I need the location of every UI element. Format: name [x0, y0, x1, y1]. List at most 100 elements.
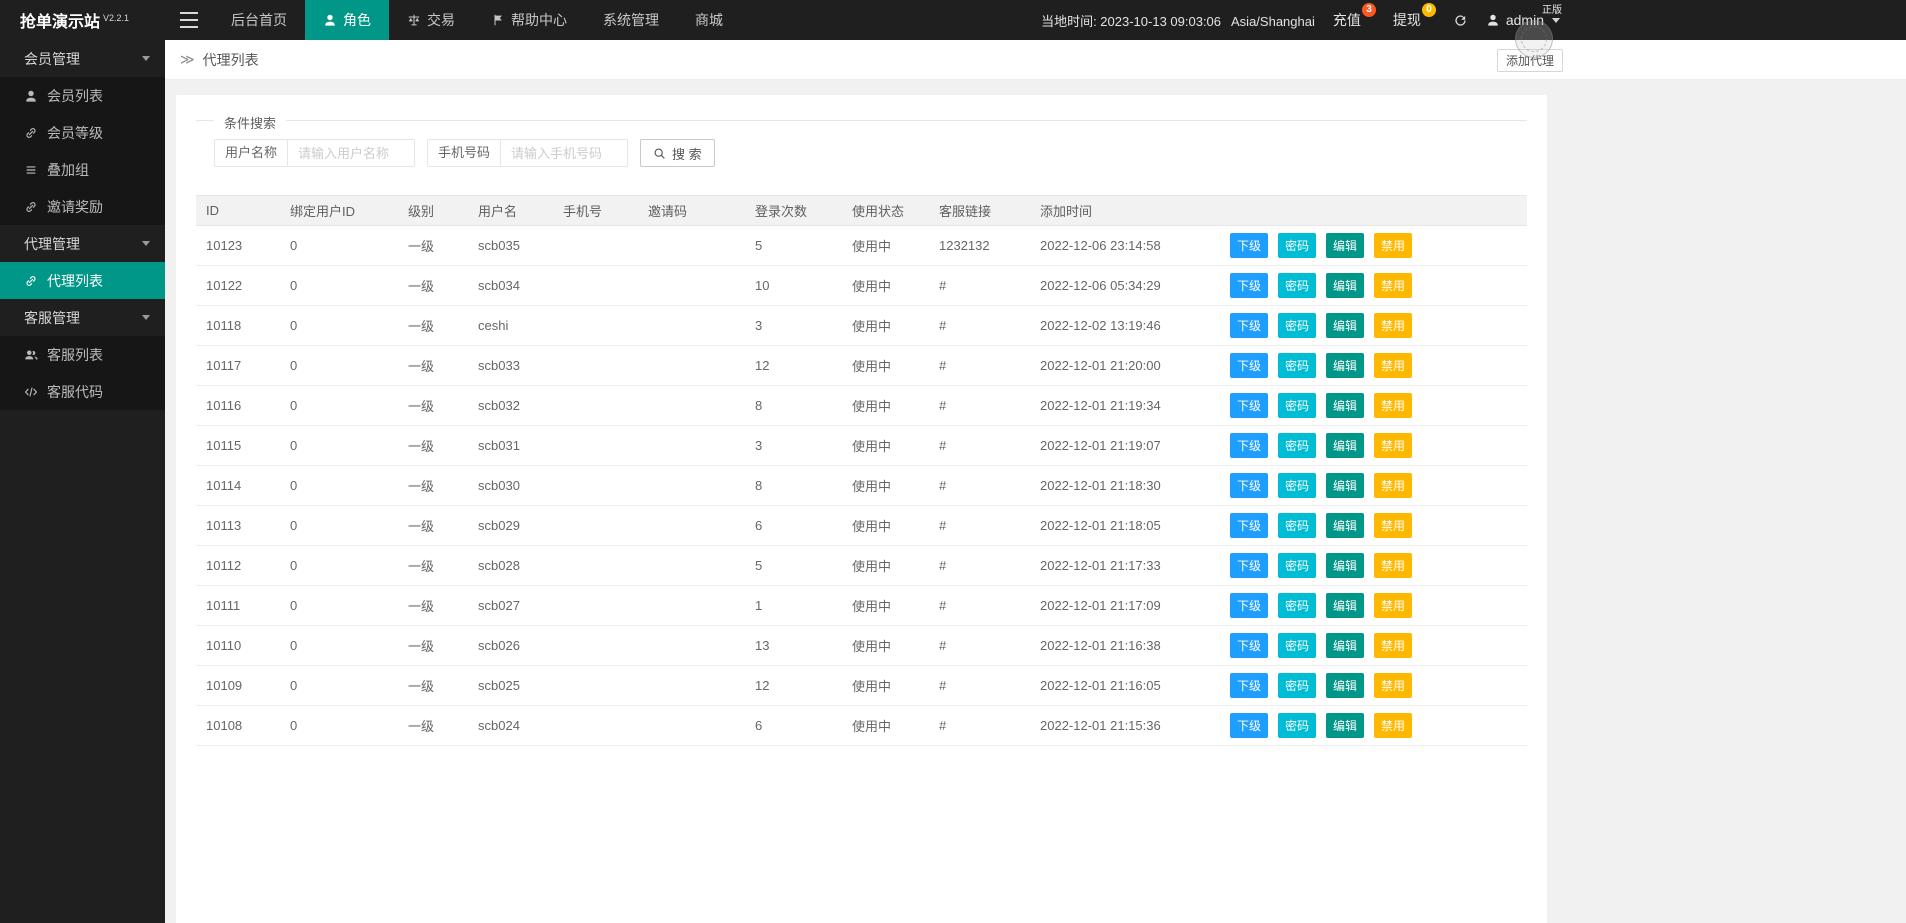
sidebar-children-agent: 代理列表 [0, 262, 165, 299]
row-action-edit-button[interactable]: 编辑 [1326, 673, 1365, 698]
row-action-password-button[interactable]: 密码 [1278, 713, 1317, 738]
cell-created_at: 2022-12-01 21:19:34 [1030, 385, 1226, 426]
cell-level: 一级 [398, 545, 468, 586]
row-action-password-button[interactable]: 密码 [1278, 233, 1317, 258]
nav-item-roles[interactable]: 角色 [305, 0, 389, 40]
row-action-subordinate-button[interactable]: 下级 [1230, 553, 1269, 578]
row-action-password-button[interactable]: 密码 [1278, 313, 1317, 338]
row-action-subordinate-button[interactable]: 下级 [1230, 233, 1269, 258]
withdraw-link[interactable]: 提现 0 [1393, 3, 1436, 30]
row-action-disable-button[interactable]: 禁用 [1374, 353, 1413, 378]
sidebar-item-stack-group[interactable]: 叠加组 [0, 151, 165, 188]
row-action-subordinate-button[interactable]: 下级 [1230, 473, 1269, 498]
row-action-subordinate-button[interactable]: 下级 [1230, 513, 1269, 538]
sidebar-section-service-management[interactable]: 客服管理 [0, 299, 165, 336]
username-input[interactable] [287, 139, 416, 167]
sidebar-item-service-code[interactable]: 客服代码 [0, 373, 165, 410]
cell-id: 10117 [196, 345, 280, 386]
search-button[interactable]: 搜 索 [640, 139, 715, 167]
row-action-subordinate-button[interactable]: 下级 [1230, 593, 1269, 618]
row-action-edit-button[interactable]: 编辑 [1326, 393, 1365, 418]
row-action-edit-button[interactable]: 编辑 [1326, 593, 1365, 618]
breadcrumb-icon: ≫ [180, 51, 195, 67]
row-action-disable-button[interactable]: 禁用 [1374, 513, 1413, 538]
row-action-subordinate-button[interactable]: 下级 [1230, 313, 1269, 338]
row-action-subordinate-button[interactable]: 下级 [1230, 633, 1269, 658]
cell-level: 一级 [398, 505, 468, 546]
phone-input[interactable] [500, 139, 629, 167]
row-action-edit-button[interactable]: 编辑 [1326, 433, 1365, 458]
row-action-subordinate-button[interactable]: 下级 [1230, 273, 1269, 298]
menu-toggle-icon[interactable] [165, 0, 213, 40]
row-action-subordinate-button[interactable]: 下级 [1230, 713, 1269, 738]
cell-status: 使用中 [842, 665, 929, 706]
row-action-disable-button[interactable]: 禁用 [1374, 593, 1413, 618]
row-action-disable-button[interactable]: 禁用 [1374, 553, 1413, 578]
cell-service_link: # [929, 505, 1030, 546]
cell-service_link: # [929, 545, 1030, 586]
nav-item-trade[interactable]: 交易 [389, 0, 473, 40]
row-action-disable-button[interactable]: 禁用 [1374, 673, 1413, 698]
row-action-edit-button[interactable]: 编辑 [1326, 353, 1365, 378]
row-action-password-button[interactable]: 密码 [1278, 353, 1317, 378]
row-action-password-button[interactable]: 密码 [1278, 473, 1317, 498]
table-body: 10123 0 一级 scb035 5 使用中 1232132 2022-12-06 23:1… [196, 225, 1527, 746]
recharge-link[interactable]: 充值 3 [1333, 3, 1376, 30]
cell-level: 一级 [398, 225, 468, 266]
row-action-edit-button[interactable]: 编辑 [1326, 633, 1365, 658]
cell-bind_user_id: 0 [280, 545, 398, 586]
row-action-subordinate-button[interactable]: 下级 [1230, 673, 1269, 698]
row-action-password-button[interactable]: 密码 [1278, 633, 1317, 658]
cell-service_link: # [929, 585, 1030, 626]
cell-id: 10108 [196, 705, 280, 746]
row-action-password-button[interactable]: 密码 [1278, 673, 1317, 698]
cell-actions: 下级 密码 编辑 禁用 [1226, 305, 1527, 346]
row-action-edit-button[interactable]: 编辑 [1326, 313, 1365, 338]
row-action-edit-button[interactable]: 编辑 [1326, 473, 1365, 498]
sidebar-item-invite-reward[interactable]: 邀请奖励 [0, 188, 165, 225]
row-action-disable-button[interactable]: 禁用 [1374, 473, 1413, 498]
nav-item-dashboard[interactable]: 后台首页 [213, 0, 305, 40]
sidebar-item-member-level[interactable]: 会员等级 [0, 114, 165, 151]
sidebar-item-service-list[interactable]: 客服列表 [0, 336, 165, 373]
row-action-disable-button[interactable]: 禁用 [1374, 313, 1413, 338]
sidebar-item-member-list[interactable]: 会员列表 [0, 77, 165, 114]
sidebar-item-agent-list[interactable]: 代理列表 [0, 262, 165, 299]
top-navigation: 后台首页 角色 交易 帮助中心 系统管理 商城 [213, 0, 741, 40]
table-row: 10116 0 一级 scb032 8 使用中 #2022-12-01 21:19:34 下级… [196, 385, 1527, 426]
cell-phone [553, 625, 638, 666]
row-action-edit-button[interactable]: 编辑 [1326, 513, 1365, 538]
row-action-password-button[interactable]: 密码 [1278, 433, 1317, 458]
cell-id: 10111 [196, 585, 280, 626]
license-seal-badge[interactable] [1515, 20, 1553, 58]
row-action-subordinate-button[interactable]: 下级 [1230, 393, 1269, 418]
row-action-password-button[interactable]: 密码 [1278, 273, 1317, 298]
row-action-disable-button[interactable]: 禁用 [1374, 633, 1413, 658]
menu-item-label: 客服列表 [47, 346, 103, 363]
nav-item-mall[interactable]: 商城 [677, 0, 741, 40]
row-action-disable-button[interactable]: 禁用 [1374, 273, 1413, 298]
row-action-disable-button[interactable]: 禁用 [1374, 393, 1413, 418]
row-action-password-button[interactable]: 密码 [1278, 393, 1317, 418]
row-action-disable-button[interactable]: 禁用 [1374, 713, 1413, 738]
row-action-subordinate-button[interactable]: 下级 [1230, 433, 1269, 458]
row-action-edit-button[interactable]: 编辑 [1326, 233, 1365, 258]
cell-login_count: 12 [745, 345, 842, 386]
row-action-password-button[interactable]: 密码 [1278, 553, 1317, 578]
sidebar-section-agent-management[interactable]: 代理管理 [0, 225, 165, 262]
cell-username: ceshi [468, 305, 553, 346]
row-action-edit-button[interactable]: 编辑 [1326, 713, 1365, 738]
row-action-password-button[interactable]: 密码 [1278, 593, 1317, 618]
row-action-password-button[interactable]: 密码 [1278, 513, 1317, 538]
sidebar-section-member-management[interactable]: 会员管理 [0, 40, 165, 77]
search-button-label: 搜 索 [672, 146, 702, 162]
nav-item-system[interactable]: 系统管理 [585, 0, 677, 40]
row-action-disable-button[interactable]: 禁用 [1374, 233, 1413, 258]
column-header: 添加时间 [1030, 195, 1226, 226]
row-action-subordinate-button[interactable]: 下级 [1230, 353, 1269, 378]
refresh-icon[interactable] [1453, 13, 1468, 28]
row-action-edit-button[interactable]: 编辑 [1326, 553, 1365, 578]
nav-item-help-center[interactable]: 帮助中心 [473, 0, 585, 40]
row-action-edit-button[interactable]: 编辑 [1326, 273, 1365, 298]
row-action-disable-button[interactable]: 禁用 [1374, 433, 1413, 458]
